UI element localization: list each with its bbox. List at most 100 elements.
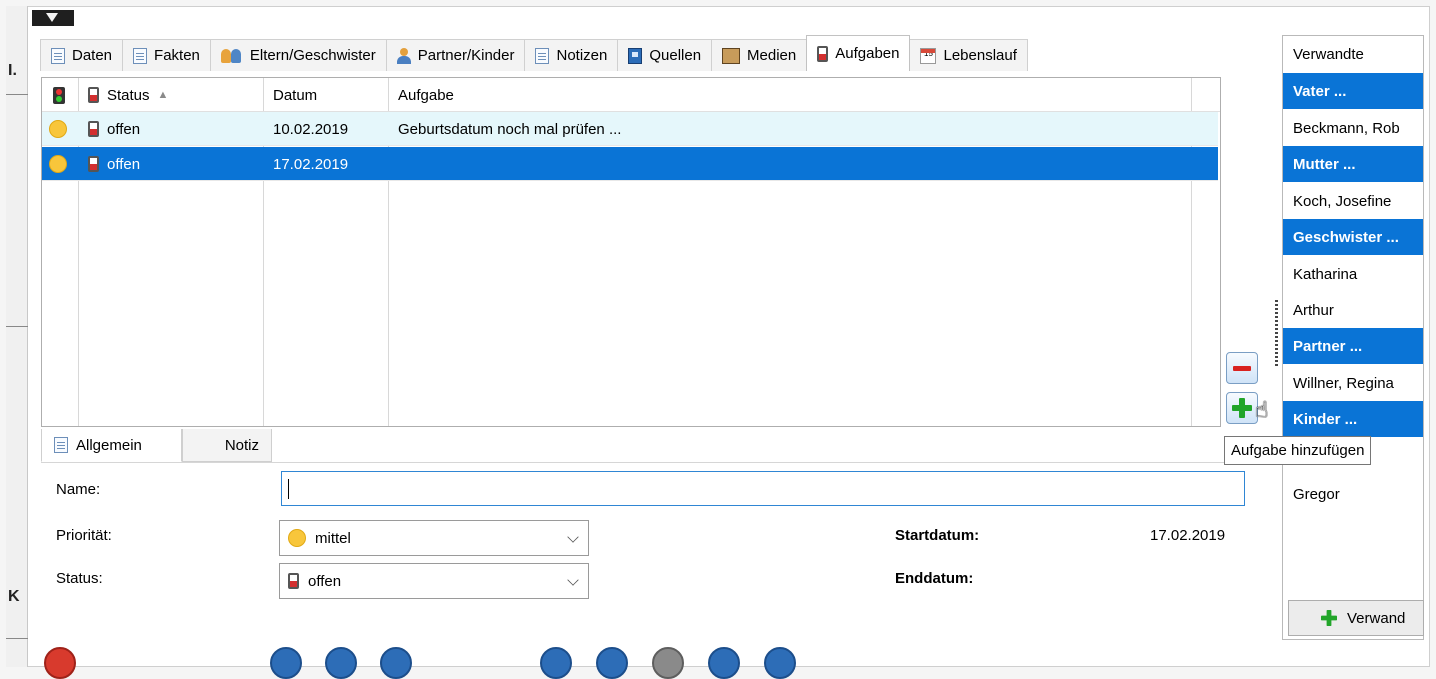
status-cell: offen [88, 112, 140, 146]
plus-icon [1321, 610, 1337, 626]
add-task-button[interactable] [1226, 392, 1258, 424]
status-cell: offen [88, 147, 140, 181]
tab-medien[interactable]: Medien [711, 39, 808, 71]
table-row[interactable]: offen 10.02.2019 Geburtsdatum noch mal p… [42, 112, 1218, 146]
tab-label: Daten [72, 47, 113, 64]
header-aufgabe[interactable]: Aufgabe [398, 78, 454, 112]
priority-label: Priorität: [56, 527, 112, 544]
tab-daten[interactable]: Daten [40, 39, 124, 71]
tab-aufgaben[interactable]: Aufgaben [806, 35, 911, 71]
task-table: Status ▲ Datum Aufgabe offen 10.02.2019 G… [41, 77, 1221, 427]
tab-quellen[interactable]: Quellen [617, 39, 713, 71]
priority-cell [49, 147, 67, 181]
copy-button[interactable] [380, 647, 412, 679]
startdatum-value: 17.02.2019 [1150, 527, 1226, 544]
add-relative-label: Verwand [1347, 609, 1406, 627]
relatives-title: Verwandte [1293, 46, 1364, 63]
priority-medium-icon [49, 120, 67, 138]
add-relative-button[interactable]: Verwand [1288, 600, 1424, 636]
delete-person-button[interactable] [44, 647, 76, 679]
main-tab-strip: Daten Fakten Eltern/Geschwister Partner/… [40, 35, 1028, 71]
status-select[interactable]: offen [279, 563, 589, 599]
battery-icon [817, 45, 829, 62]
header-datum[interactable]: Datum [273, 78, 317, 112]
tab-lebenslauf[interactable]: 15 Lebenslauf [909, 39, 1028, 71]
edge-glyph: I. [8, 62, 17, 79]
enddatum-label: Enddatum: [895, 570, 974, 587]
relatives-group-kinder[interactable]: Kinder ... [1283, 401, 1423, 437]
relative-item[interactable]: Gregor [1283, 476, 1423, 512]
people-icon [220, 48, 243, 64]
relatives-group-partner[interactable]: Partner ... [1283, 328, 1423, 364]
chevron-down-icon [567, 574, 579, 586]
status-text: offen [107, 120, 141, 138]
name-field[interactable] [281, 471, 1245, 506]
relative-item[interactable]: Beckmann, Rob [1283, 110, 1423, 146]
chevron-down-icon [567, 531, 579, 543]
tab-label: Aufgaben [835, 45, 900, 62]
next-record-button[interactable] [708, 647, 740, 679]
first-record-button[interactable] [540, 647, 572, 679]
document-icon [133, 47, 148, 64]
tab-notizen[interactable]: Notizen [524, 39, 619, 71]
book-icon [628, 47, 643, 64]
divider [6, 326, 28, 327]
priority-value: mittel [315, 529, 351, 547]
status-text: offen [107, 155, 141, 173]
tab-eltern-geschwister[interactable]: Eltern/Geschwister [209, 39, 387, 71]
traffic-light-icon [53, 86, 65, 104]
header-status[interactable]: Status ▲ [88, 78, 168, 112]
priority-cell [49, 112, 67, 146]
previous-record-button[interactable] [596, 647, 628, 679]
priority-select[interactable]: mittel [279, 520, 589, 556]
battery-icon [88, 156, 99, 172]
header-priority[interactable] [53, 78, 65, 112]
remove-task-button[interactable] [1226, 352, 1258, 384]
panel-splitter[interactable] [1275, 300, 1278, 368]
relatives-group-mutter[interactable]: Mutter ... [1283, 146, 1423, 182]
relative-item[interactable]: Koch, Josefine [1283, 183, 1423, 219]
relative-item[interactable]: Willner, Regina [1283, 365, 1423, 401]
startdatum-label: Startdatum: [895, 527, 980, 544]
task-cell: Geburtsdatum noch mal prüfen ... [398, 120, 622, 138]
table-row-selected[interactable]: offen 17.02.2019 [42, 147, 1218, 181]
relatives-panel: Verwandte Vater ... Beckmann, Rob Mutter… [1282, 35, 1424, 640]
tab-notiz[interactable]: Notiz [182, 429, 272, 462]
tab-label: Notizen [556, 47, 608, 64]
relatives-group-geschwister[interactable]: Geschwister ... [1283, 219, 1423, 255]
header-datum-label: Datum [273, 86, 318, 104]
table-header: Status ▲ Datum Aufgabe [42, 78, 1220, 112]
battery-icon [88, 87, 99, 103]
name-label: Name: [56, 481, 101, 498]
detail-tab-strip: Allgemein Notiz [41, 429, 272, 463]
pause-button[interactable] [652, 647, 684, 679]
edit-button[interactable] [325, 647, 357, 679]
person-icon [396, 47, 411, 64]
date-cell: 10.02.2019 [273, 120, 349, 138]
priority-medium-icon [49, 155, 67, 173]
tab-label: Medien [747, 47, 797, 64]
document-icon [535, 47, 550, 64]
tab-label: Eltern/Geschwister [249, 47, 376, 64]
tab-label: Partner/Kinder [417, 47, 515, 64]
tab-label: Notiz [224, 436, 259, 454]
tab-label: Allgemein [76, 436, 142, 454]
relative-item[interactable]: Katharina [1283, 256, 1423, 292]
relatives-group-vater[interactable]: Vater ... [1283, 73, 1423, 109]
status-value: offen [308, 572, 342, 590]
calendar-icon: 15 [920, 47, 937, 64]
date-cell: 17.02.2019 [273, 155, 349, 173]
tab-fakten[interactable]: Fakten [122, 39, 211, 71]
divider [6, 638, 28, 639]
document-icon [51, 47, 65, 64]
panel-toggle-icon[interactable] [32, 10, 74, 26]
tab-label: Fakten [154, 47, 200, 64]
settings-button[interactable] [270, 647, 302, 679]
hand-cursor-icon: ☝ [1255, 397, 1269, 422]
relative-item[interactable]: Arthur [1283, 292, 1423, 328]
last-record-button[interactable] [764, 647, 796, 679]
tab-partner-kinder[interactable]: Partner/Kinder [385, 39, 526, 71]
battery-icon [288, 573, 299, 589]
tab-allgemein[interactable]: Allgemein [41, 429, 182, 462]
priority-medium-icon [288, 529, 306, 547]
